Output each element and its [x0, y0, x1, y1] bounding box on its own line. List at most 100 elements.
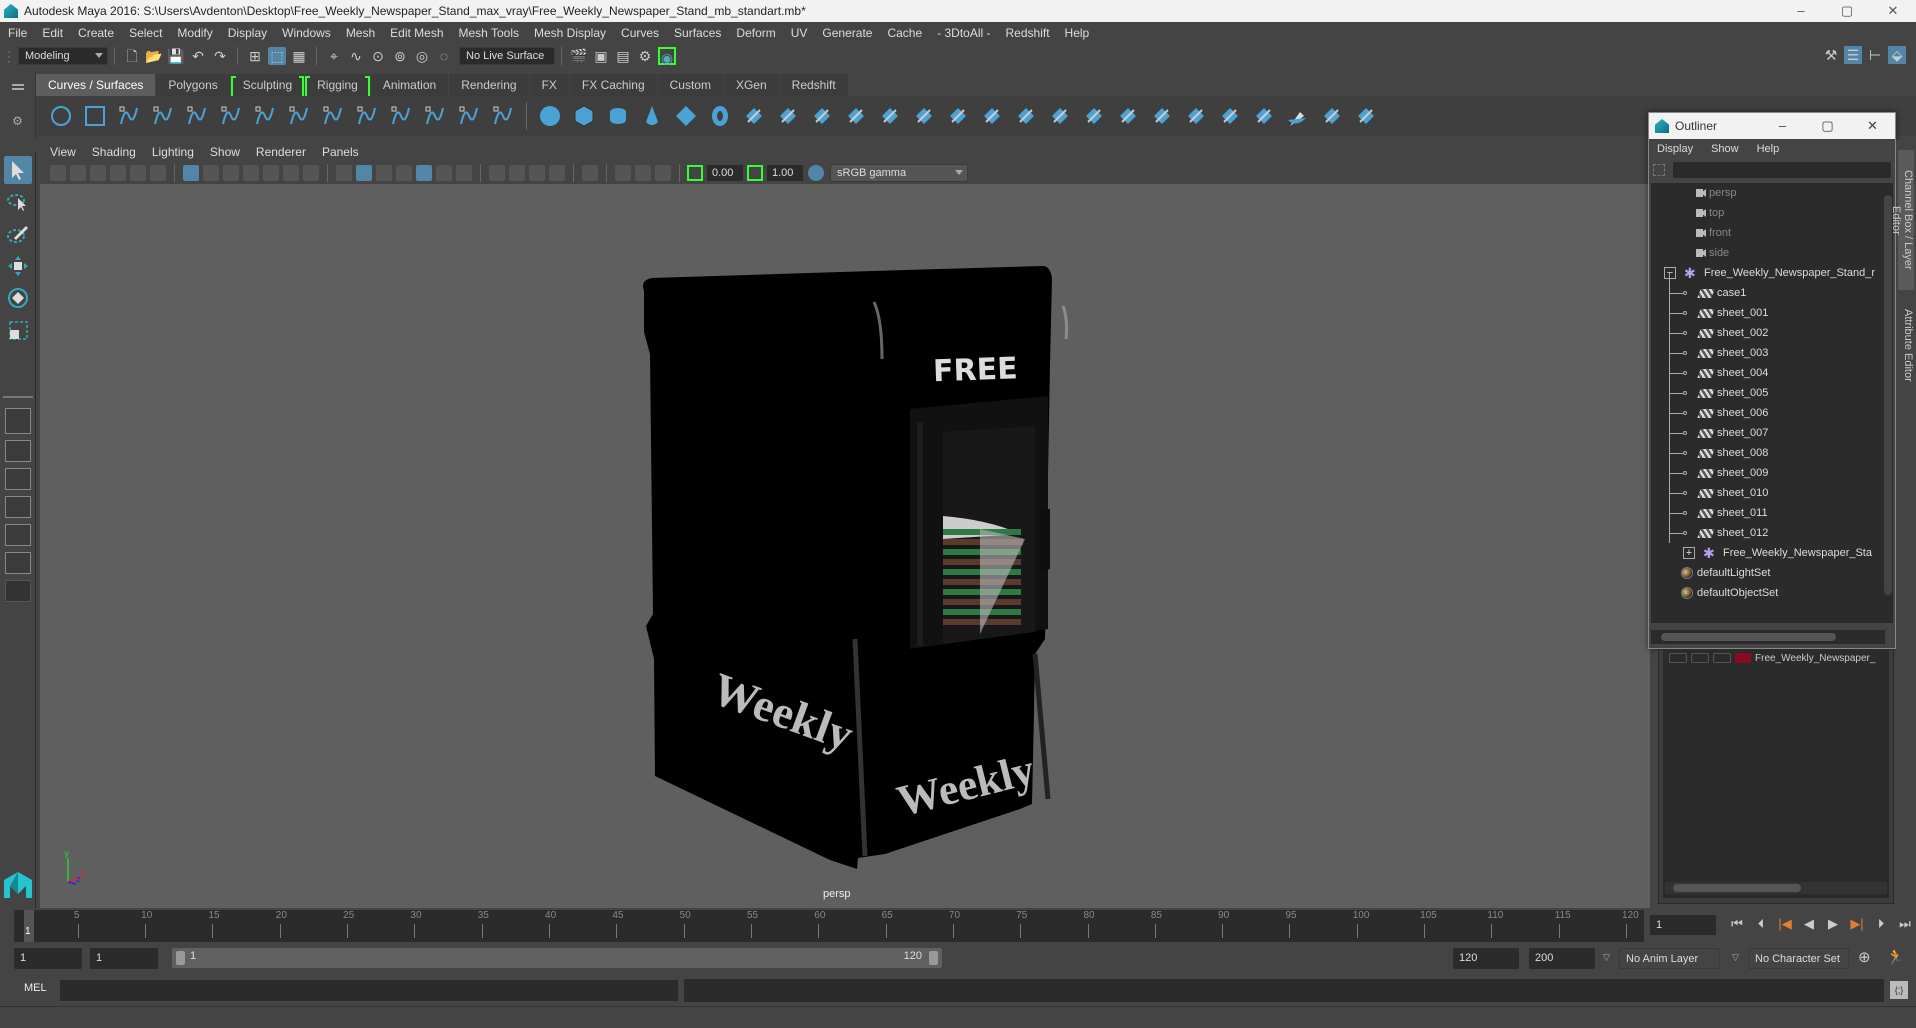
move-tool-icon[interactable]: [4, 252, 32, 280]
menu-edit[interactable]: Edit: [42, 26, 63, 40]
modeling-toolkit-icon[interactable]: ⚒: [1822, 46, 1840, 64]
shelf-tab-rigging[interactable]: Rigging: [305, 74, 370, 98]
step-forward-key-button[interactable]: ⏵: [1869, 916, 1893, 932]
layer-horizontal-scrollbar[interactable]: [1665, 882, 1887, 894]
attach-icon[interactable]: [1217, 103, 1243, 129]
menu-deform[interactable]: Deform: [736, 26, 775, 40]
2d-pan-zoom-icon[interactable]: [130, 165, 146, 181]
shelf-tab-xgen[interactable]: XGen: [723, 74, 779, 96]
command-input[interactable]: [60, 980, 678, 1001]
menu-surfaces[interactable]: Surfaces: [674, 26, 721, 40]
depth-of-field-icon[interactable]: [549, 165, 565, 181]
film-gate-icon[interactable]: [203, 165, 219, 181]
viewport-menu-lighting[interactable]: Lighting: [152, 145, 194, 159]
current-frame-field[interactable]: 1: [1650, 915, 1716, 935]
outliner-item[interactable]: case1: [1651, 283, 1885, 303]
curve-insert-icon[interactable]: [422, 103, 448, 129]
menu-edit-mesh[interactable]: Edit Mesh: [390, 26, 443, 40]
save-scene-icon[interactable]: 💾: [167, 47, 185, 65]
poly-cylinder-icon[interactable]: [605, 103, 631, 129]
viewport-menu-renderer[interactable]: Renderer: [256, 145, 306, 159]
tool-settings-toggle-icon[interactable]: ⊢: [1866, 46, 1884, 64]
planar-icon[interactable]: [809, 103, 835, 129]
outliner-item[interactable]: defaultObjectSet: [1651, 583, 1885, 603]
snap-surface-icon[interactable]: ◎: [413, 47, 431, 65]
attribute-editor-toggle-icon[interactable]: ☰: [1844, 46, 1862, 64]
bookmark-icon[interactable]: [90, 165, 106, 181]
surface-fillet-icon[interactable]: [1013, 103, 1039, 129]
step-forward-frame-button[interactable]: ▶|: [1845, 916, 1869, 932]
go-to-start-button[interactable]: ⏮: [1725, 916, 1749, 932]
isolate-select-icon[interactable]: [582, 165, 598, 181]
menu-modify[interactable]: Modify: [177, 26, 212, 40]
gamma-icon[interactable]: [747, 165, 763, 181]
safe-action-icon[interactable]: [283, 165, 299, 181]
safe-title-icon[interactable]: [303, 165, 319, 181]
persp-outliner-layout-icon[interactable]: [4, 468, 31, 490]
redo-icon[interactable]: ↷: [211, 47, 229, 65]
menu-mesh[interactable]: Mesh: [346, 26, 375, 40]
menu-set-dropdown[interactable]: Modeling: [18, 47, 108, 65]
curve-detach-icon[interactable]: [320, 103, 346, 129]
animation-preferences-icon[interactable]: 🏃: [1886, 948, 1905, 966]
select-hierarchy-icon[interactable]: ⊞: [246, 47, 264, 65]
wireframe-icon[interactable]: [336, 165, 352, 181]
persp-uv-layout-icon[interactable]: [4, 552, 31, 574]
cv-curve-icon[interactable]: [184, 103, 210, 129]
layer-row[interactable]: Free_Weekly_Newspaper_: [1669, 652, 1875, 664]
square-icon[interactable]: [945, 103, 971, 129]
outliner-item[interactable]: sheet_005: [1651, 383, 1885, 403]
shelf-tab-curves-surfaces[interactable]: Curves / Surfaces: [36, 74, 156, 96]
shelf-tab-fx-caching[interactable]: FX Caching: [569, 74, 657, 96]
playback-start-field[interactable]: 1: [90, 948, 158, 969]
character-set-dropdown[interactable]: No Character Set: [1748, 948, 1849, 969]
arc-icon[interactable]: [218, 103, 244, 129]
make-live-icon[interactable]: ◌: [435, 47, 453, 65]
poly-sphere-icon[interactable]: [537, 103, 563, 129]
tab-attribute-editor[interactable]: Attribute Editor: [1898, 300, 1914, 390]
snap-curve-icon[interactable]: ∿: [347, 47, 365, 65]
stitch-icon[interactable]: [1183, 103, 1209, 129]
anim-layer-dropdown[interactable]: No Anim Layer: [1619, 948, 1720, 969]
select-object-icon[interactable]: ⬚: [268, 47, 286, 65]
snap-point-icon[interactable]: ⊙: [369, 47, 387, 65]
boundary-icon[interactable]: [911, 103, 937, 129]
menu-display[interactable]: Display: [228, 26, 267, 40]
character-set-dropdown-arrow-icon[interactable]: ▽: [1732, 952, 1739, 963]
viewport-menu-view[interactable]: View: [50, 145, 76, 159]
select-tool-icon[interactable]: [3, 156, 32, 184]
four-view-layout-icon[interactable]: [4, 440, 31, 462]
shelf-menu-icon[interactable]: [11, 84, 24, 86]
play-backwards-button[interactable]: ◀: [1797, 916, 1821, 932]
outliner-minimize-button[interactable]: –: [1760, 113, 1805, 139]
menu-create[interactable]: Create: [78, 26, 114, 40]
paint-select-tool-icon[interactable]: [4, 220, 32, 248]
anim-layer-dropdown-arrow-icon[interactable]: ▽: [1603, 952, 1610, 963]
3d-viewport[interactable]: FREE Weekly Weekly y x z persp: [40, 184, 1650, 908]
render-settings-icon[interactable]: ⚙: [636, 47, 654, 65]
outliner-item[interactable]: sheet_001: [1651, 303, 1885, 323]
color-management-toggle-icon[interactable]: [808, 165, 824, 181]
nurbs-square-icon[interactable]: [82, 103, 108, 129]
exposure-icon[interactable]: [687, 165, 703, 181]
outliner-item[interactable]: sheet_010: [1651, 483, 1885, 503]
menu-select[interactable]: Select: [129, 26, 162, 40]
outliner-item[interactable]: sheet_006: [1651, 403, 1885, 423]
shelf-settings-icon[interactable]: ⚙: [12, 114, 24, 128]
nurbs-circle-icon[interactable]: [48, 103, 74, 129]
camera-attributes-icon[interactable]: [70, 165, 86, 181]
open-scene-icon[interactable]: 📂: [145, 47, 163, 65]
untrim-icon[interactable]: [1149, 103, 1175, 129]
wireframe-on-shaded-icon[interactable]: [376, 165, 392, 181]
outliner-menu-help[interactable]: Help: [1757, 143, 1780, 155]
poly-cube-icon[interactable]: [571, 103, 597, 129]
outliner-vertical-scrollbar[interactable]: [1883, 183, 1893, 623]
view-transform-dropdown[interactable]: sRGB gamma: [830, 164, 968, 182]
step-back-key-button[interactable]: ⏴: [1749, 916, 1773, 932]
use-lights-icon[interactable]: [436, 165, 452, 181]
layer-color-swatch[interactable]: [1735, 653, 1751, 663]
surface-cut-icon[interactable]: [1353, 103, 1379, 129]
exposure-field[interactable]: 0.00: [707, 165, 743, 181]
select-component-icon[interactable]: ▦: [290, 47, 308, 65]
birail-icon[interactable]: [877, 103, 903, 129]
